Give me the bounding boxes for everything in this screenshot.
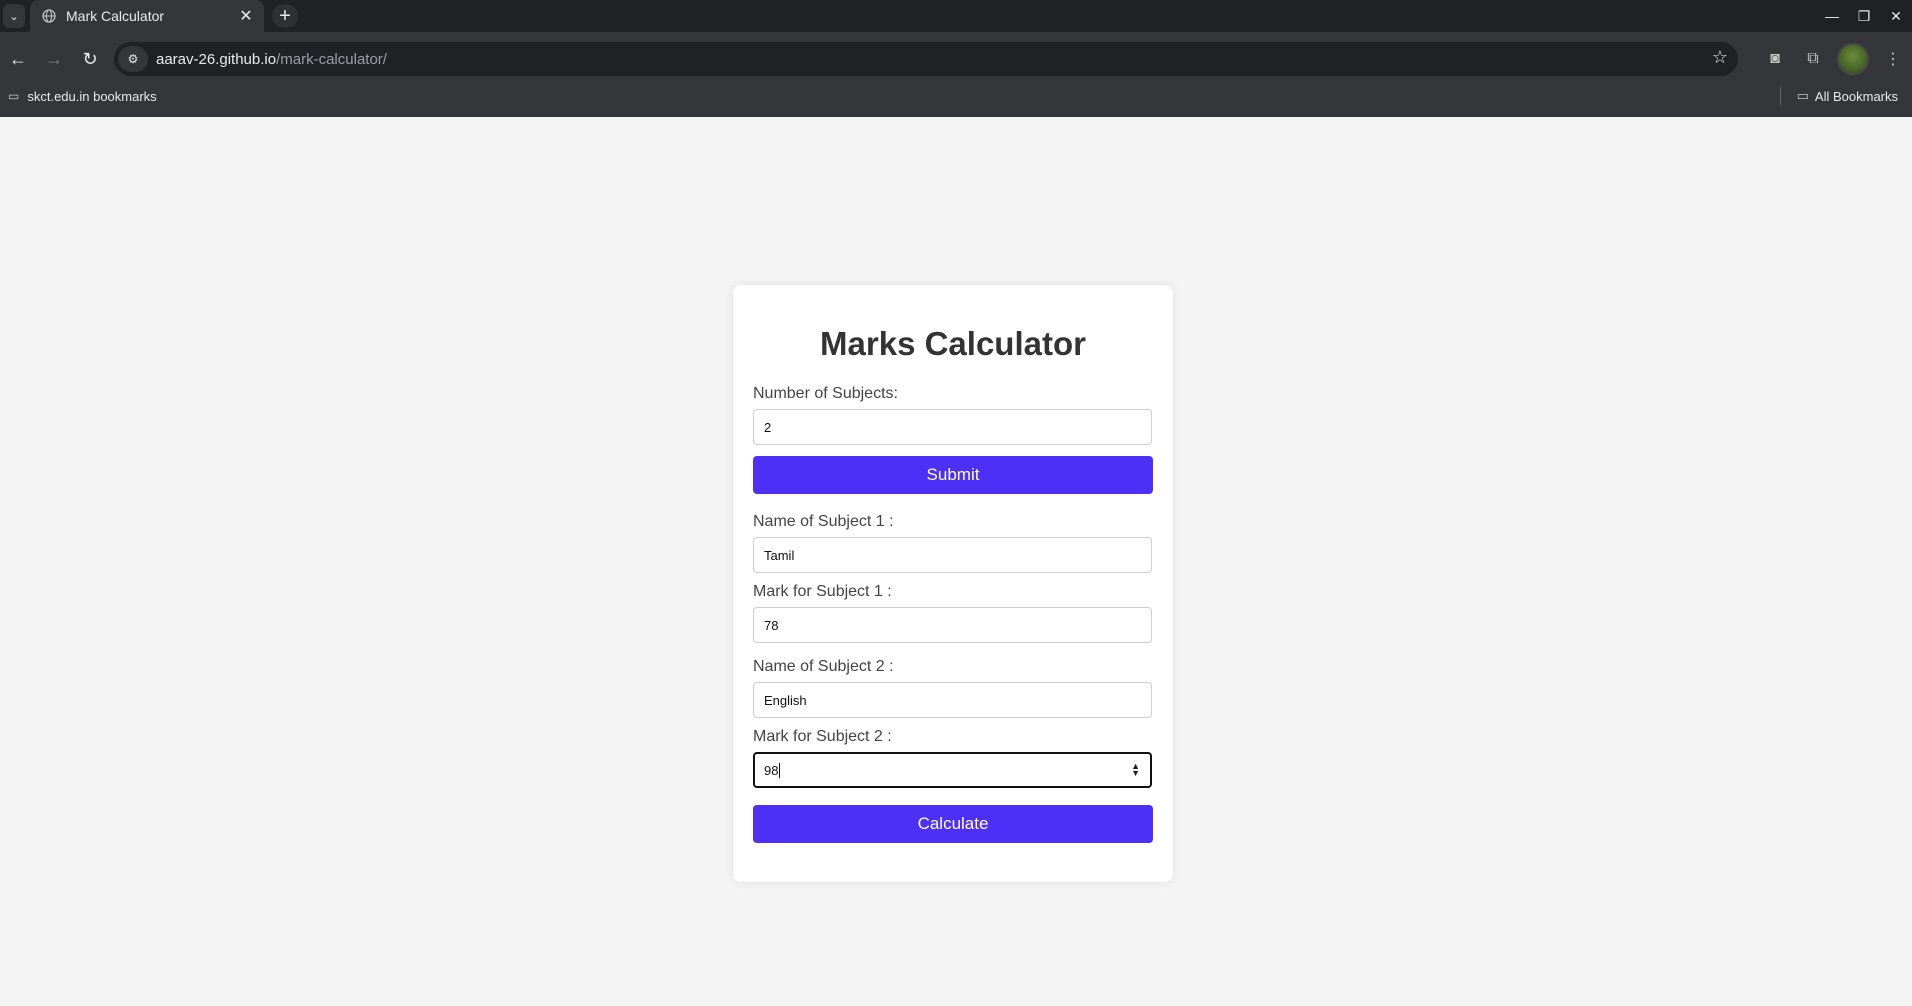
new-tab-button[interactable]: + [272, 4, 298, 28]
all-bookmarks-button[interactable]: ▭ All Bookmarks [1779, 87, 1898, 105]
subject-2-name-input[interactable]: English [753, 682, 1152, 718]
subject-2-name-label: Name of Subject 2 : [753, 658, 894, 675]
divider [1779, 87, 1781, 105]
toolbar: ← → ↻ ⚙ aarav-26.github.io/mark-calculat… [0, 40, 1912, 78]
number-spinner-icon[interactable]: ▲ ▼ [1131, 762, 1140, 778]
tab-strip: ⌄ Mark Calculator ✕ + — ❐ ✕ [0, 0, 1912, 32]
forward-button[interactable]: → [36, 41, 72, 77]
menu-kebab-icon[interactable]: ⋮ [1874, 49, 1912, 69]
subject-1-mark-input[interactable]: 78 [753, 607, 1152, 643]
calculator-card: Marks Calculator Number of Subjects: 2 S… [733, 285, 1173, 882]
subject-2-mark-input[interactable]: 98 ▲ ▼ [753, 752, 1152, 788]
tab-title: Mark Calculator [66, 8, 165, 24]
camera-icon[interactable]: ◙ [1756, 50, 1794, 68]
bookmark-star-icon[interactable]: ☆ [1712, 47, 1728, 68]
subject-1-name-input[interactable]: Tamil [753, 537, 1152, 573]
text-caret [779, 762, 781, 778]
profile-avatar[interactable] [1837, 43, 1869, 75]
subject-1-name-label: Name of Subject 1 : [753, 513, 894, 530]
toolbar-right: ◙ ⧉ ⋮ [1756, 40, 1912, 78]
subject-2-mark-label: Mark for Subject 2 : [753, 728, 892, 745]
close-tab-icon[interactable]: ✕ [236, 6, 256, 26]
chevron-down-icon: ⌄ [9, 10, 19, 23]
reload-icon: ↻ [82, 48, 98, 69]
url-host: aarav-26.github.io [156, 50, 277, 68]
browser-chrome: ⌄ Mark Calculator ✕ + — ❐ ✕ ← → ↻ ⚙ aara… [0, 0, 1912, 117]
folder-icon: ▭ [1796, 88, 1809, 103]
subject-1-mark-label: Mark for Subject 1 : [753, 583, 892, 600]
num-subjects-input[interactable]: 2 [753, 409, 1152, 445]
url-path: /mark-calculator/ [276, 50, 387, 68]
bookmark-folder-skct[interactable]: ▭ skct.edu.in bookmarks [8, 89, 157, 104]
tab-search-button[interactable]: ⌄ [3, 4, 25, 28]
close-window-icon[interactable]: ✕ [1880, 8, 1912, 25]
arrow-right-icon: → [45, 48, 63, 69]
page-content: Marks Calculator Number of Subjects: 2 S… [0, 117, 1912, 1006]
arrow-left-icon: ← [9, 48, 27, 69]
num-subjects-value: 2 [764, 419, 772, 435]
bookmarks-bar: ▭ skct.edu.in bookmarks ▭ All Bookmarks [0, 82, 1912, 110]
globe-icon [42, 9, 56, 23]
folder-icon: ▭ [8, 89, 20, 103]
all-bookmarks-label: All Bookmarks [1814, 88, 1898, 104]
reload-button[interactable]: ↻ [72, 41, 108, 77]
back-button[interactable]: ← [0, 41, 36, 77]
tab-active[interactable]: Mark Calculator ✕ [30, 0, 264, 32]
subject-2-name-value: English [764, 692, 807, 708]
address-bar[interactable]: ⚙ aarav-26.github.io/mark-calculator/ ☆ [114, 42, 1738, 76]
minimize-icon[interactable]: — [1816, 8, 1848, 24]
site-info-icon[interactable]: ⚙ [118, 46, 148, 72]
restore-icon[interactable]: ❐ [1848, 8, 1880, 25]
url-text: aarav-26.github.io/mark-calculator/ [156, 51, 387, 68]
num-subjects-label: Number of Subjects: [753, 385, 898, 402]
page-title: Marks Calculator [820, 325, 1086, 362]
subject-1-mark-value: 78 [764, 617, 779, 633]
subject-1-name-value: Tamil [764, 547, 795, 563]
bookmark-label: skct.edu.in bookmarks [27, 88, 157, 104]
extensions-icon[interactable]: ⧉ [1794, 50, 1832, 68]
window-controls: — ❐ ✕ [1816, 0, 1912, 32]
subject-2-mark-value: 98 [764, 762, 779, 778]
submit-button[interactable]: Submit [753, 456, 1153, 494]
calculate-button[interactable]: Calculate [753, 805, 1153, 843]
